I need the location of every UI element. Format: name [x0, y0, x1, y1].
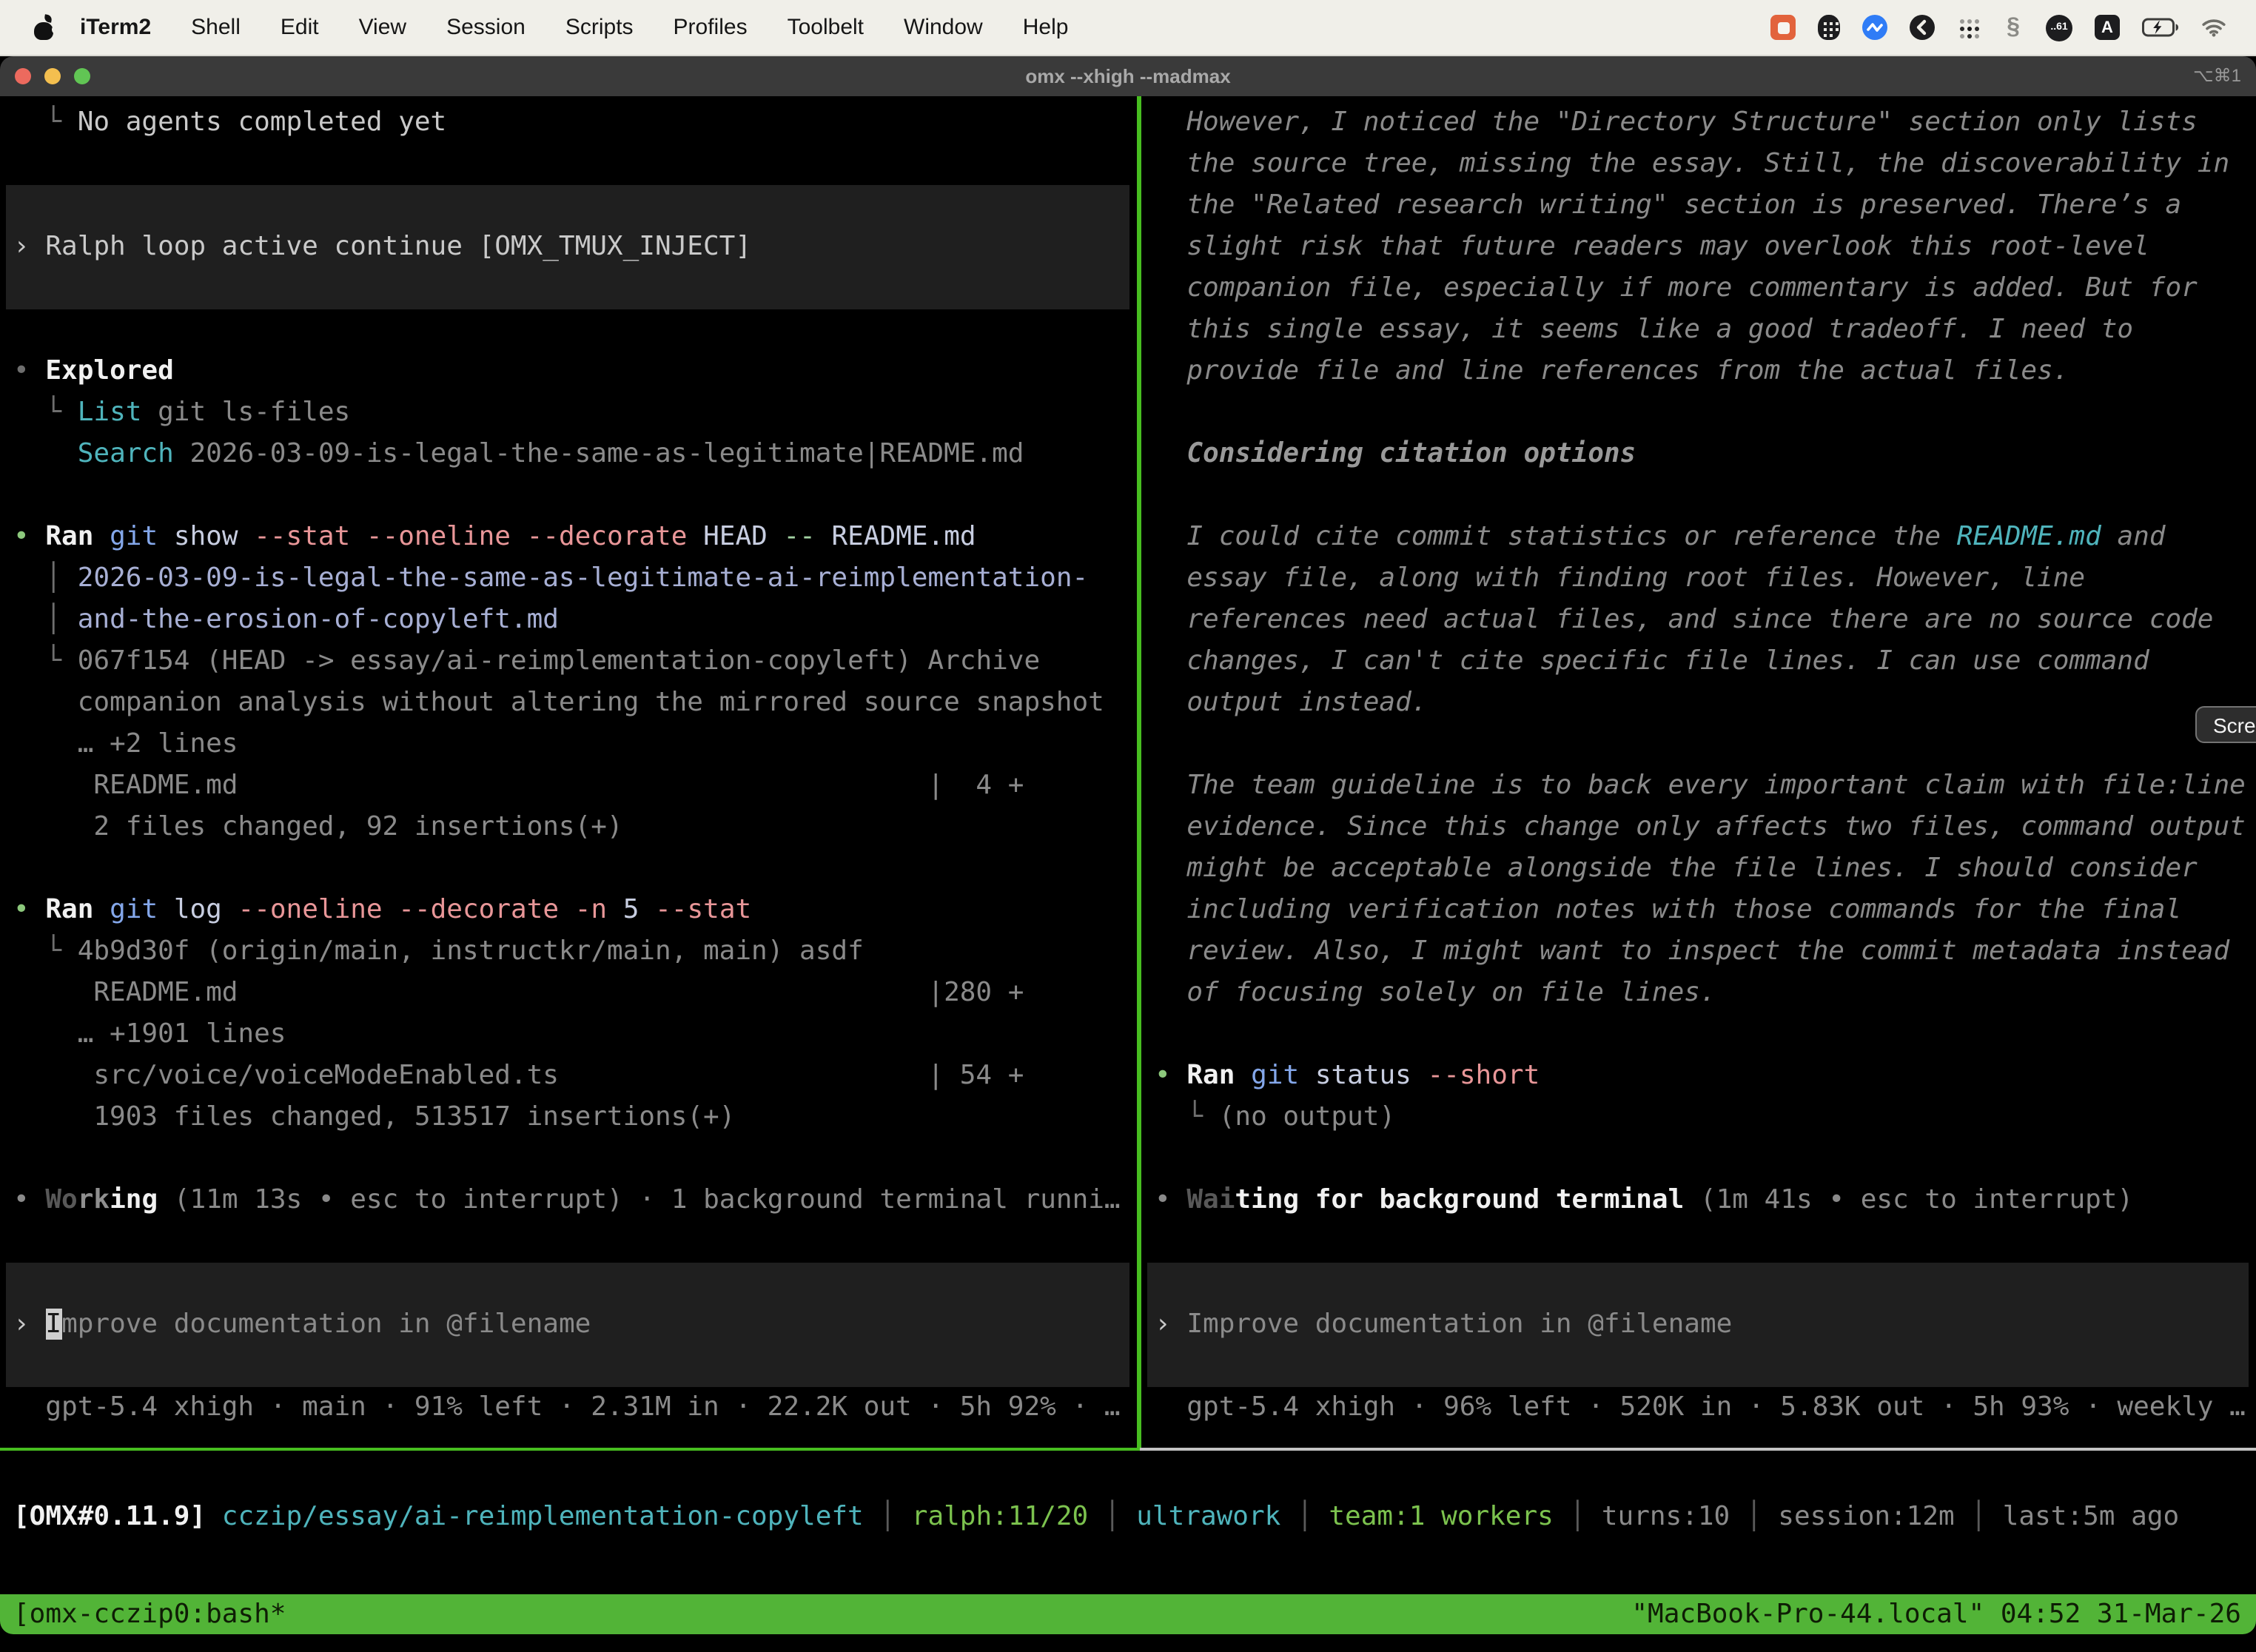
iterm-window: omx --xhigh --madmax ⌥⌘1 └ No agents com… — [0, 56, 2256, 1652]
terminal-line: of focusing solely on file lines. — [1141, 973, 2256, 1014]
menu-item-help[interactable]: Help — [1023, 15, 1069, 40]
terminal-line: › Improve documentation in @filename — [0, 1304, 1137, 1346]
terminal-line: • Ran git status --short — [1141, 1055, 2256, 1097]
terminal-line: references need actual files, and since … — [1141, 600, 2256, 641]
terminal-line: I could cite commit statistics or refere… — [1141, 517, 2256, 558]
tmux-status-bar: [omx-cczip0:bash* "MacBook-Pro-44.local"… — [0, 1594, 2256, 1634]
terminal-line: slight risk that future readers may over… — [1141, 226, 2256, 268]
terminal-line: The team guideline is to back every impo… — [1141, 765, 2256, 807]
terminal-line: • Explored — [0, 351, 1137, 392]
terminal-area: └ No agents completed yet › Ralph loop ac… — [0, 96, 2256, 1652]
window-shortcut-badge: ⌥⌘1 — [2193, 56, 2241, 96]
window-title: omx --xhigh --madmax — [0, 56, 2256, 96]
menu-bar: iTerm2 Shell Edit View Session Scripts Profile… — [0, 0, 2256, 56]
terminal-line: └ List git ls-files — [0, 392, 1137, 434]
input-source-icon[interactable]: A — [2095, 15, 2120, 40]
terminal-line: README.md | 4 + — [0, 765, 1137, 807]
battery-icon[interactable] — [2142, 18, 2179, 37]
tmux-host-clock: "MacBook-Pro-44.local" 04:52 31-Mar-26 — [1631, 1599, 2241, 1630]
terminal-line: │ 2026-03-09-is-legal-the-same-as-legiti… — [0, 558, 1137, 600]
terminal-line: companion analysis without altering the … — [0, 682, 1137, 724]
terminal-line: gpt-5.4 xhigh · main · 91% left · 2.31M … — [0, 1387, 1137, 1428]
terminal-line: the "Related research writing" section i… — [1141, 185, 2256, 226]
terminal-line: this single essay, it seems like a good … — [1141, 309, 2256, 351]
chat-bubble-icon[interactable] — [1770, 15, 1796, 40]
terminal-line: However, I noticed the "Directory Struct… — [1141, 102, 2256, 144]
squiggle-icon[interactable]: § — [2003, 14, 2024, 41]
menu-item-toolbelt[interactable]: Toolbelt — [788, 15, 864, 40]
terminal-line: │ and-the-erosion-of-copyleft.md — [0, 600, 1137, 641]
screen-share-overlay[interactable]: Scre — [2195, 706, 2256, 743]
shield-grid-icon[interactable] — [1818, 15, 1840, 40]
menu-item-view[interactable]: View — [359, 15, 407, 40]
terminal-line: • Ran git log --oneline --decorate -n 5 … — [0, 890, 1137, 931]
terminal-line: 2 files changed, 92 insertions(+) — [0, 807, 1137, 848]
title-bar[interactable]: omx --xhigh --madmax ⌥⌘1 — [0, 56, 2256, 96]
terminal-line: … +2 lines — [0, 724, 1137, 765]
terminal-line: evidence. Since this change only affects… — [1141, 807, 2256, 848]
terminal-line: output instead. — [1141, 682, 2256, 724]
wifi-icon[interactable] — [2201, 18, 2226, 37]
terminal-line: provide file and line references from th… — [1141, 351, 2256, 392]
terminal-line: gpt-5.4 xhigh · 96% left · 520K in · 5.8… — [1141, 1387, 2256, 1428]
blue-zigzag-icon[interactable] — [1862, 15, 1887, 40]
terminal-line: the source tree, missing the essay. Stil… — [1141, 144, 2256, 185]
menu-item-window[interactable]: Window — [904, 15, 983, 40]
menu-item-profiles[interactable]: Profiles — [674, 15, 748, 40]
menu-items: iTerm2 Shell Edit View Session Scripts Profile… — [80, 15, 1068, 40]
terminal-line: › Improve documentation in @filename — [1141, 1304, 2256, 1346]
pane-border-right-inactive — [1140, 1448, 2256, 1451]
menu-item-session[interactable]: Session — [446, 15, 526, 40]
tmux-pane-left[interactable]: └ No agents completed yet › Ralph loop ac… — [0, 96, 1137, 1448]
terminal-line: changes, I can't cite specific file line… — [1141, 641, 2256, 682]
omx-status-line: [OMX#0.11.9] cczip/essay/ai-reimplementa… — [0, 1497, 2256, 1538]
badge-61-icon[interactable]: ..61 — [2046, 14, 2072, 41]
terminal-line: README.md |280 + — [0, 973, 1137, 1014]
menu-item-scripts[interactable]: Scripts — [565, 15, 634, 40]
terminal-line: might be acceptable alongside the file l… — [1141, 848, 2256, 890]
menu-status-icons: § ..61 A — [1770, 14, 2235, 41]
menu-item-shell[interactable]: Shell — [191, 15, 241, 40]
terminal-line: └ (no output) — [1141, 1097, 2256, 1138]
terminal-line: └ No agents completed yet — [0, 102, 1137, 144]
terminal-line: review. Also, I might want to inspect th… — [1141, 931, 2256, 973]
menu-item-iterm2[interactable]: iTerm2 — [80, 15, 151, 40]
dots-grid-icon[interactable] — [1957, 16, 1981, 39]
terminal-line: └ 4b9d30f (origin/main, instructkr/main,… — [0, 931, 1137, 973]
terminal-line: Search 2026-03-09-is-legal-the-same-as-l… — [0, 434, 1137, 475]
screen: iTerm2 Shell Edit View Session Scripts Profile… — [0, 0, 2256, 1652]
terminal-line: … +1901 lines — [0, 1014, 1137, 1055]
terminal-line: Considering citation options — [1141, 434, 2256, 475]
tmux-session-label: [omx-cczip0:bash* — [13, 1599, 286, 1630]
pane-border-left-active — [0, 1448, 1140, 1451]
terminal-line: essay file, along with finding root file… — [1141, 558, 2256, 600]
terminal-line: └ 067f154 (HEAD -> essay/ai-reimplementa… — [0, 641, 1137, 682]
terminal-line: including verification notes with those … — [1141, 890, 2256, 931]
terminal-line: • Working (11m 13s • esc to interrupt) ·… — [0, 1180, 1137, 1221]
tmux-pane-right[interactable]: However, I noticed the "Directory Struct… — [1141, 96, 2256, 1448]
dark-disc-chevron-icon[interactable] — [1910, 15, 1935, 40]
apple-menu-icon[interactable] — [33, 15, 56, 40]
terminal-line: • Waiting for background terminal (1m 41… — [1141, 1180, 2256, 1221]
terminal-line: › Ralph loop active continue [OMX_TMUX_I… — [0, 226, 1137, 268]
menu-item-edit[interactable]: Edit — [281, 15, 319, 40]
terminal-line: • Ran git show --stat --oneline --decora… — [0, 517, 1137, 558]
terminal-line: 1903 files changed, 513517 insertions(+) — [0, 1097, 1137, 1138]
terminal-line: src/voice/voiceModeEnabled.ts | 54 + — [0, 1055, 1137, 1097]
terminal-line: companion file, especially if more comme… — [1141, 268, 2256, 309]
